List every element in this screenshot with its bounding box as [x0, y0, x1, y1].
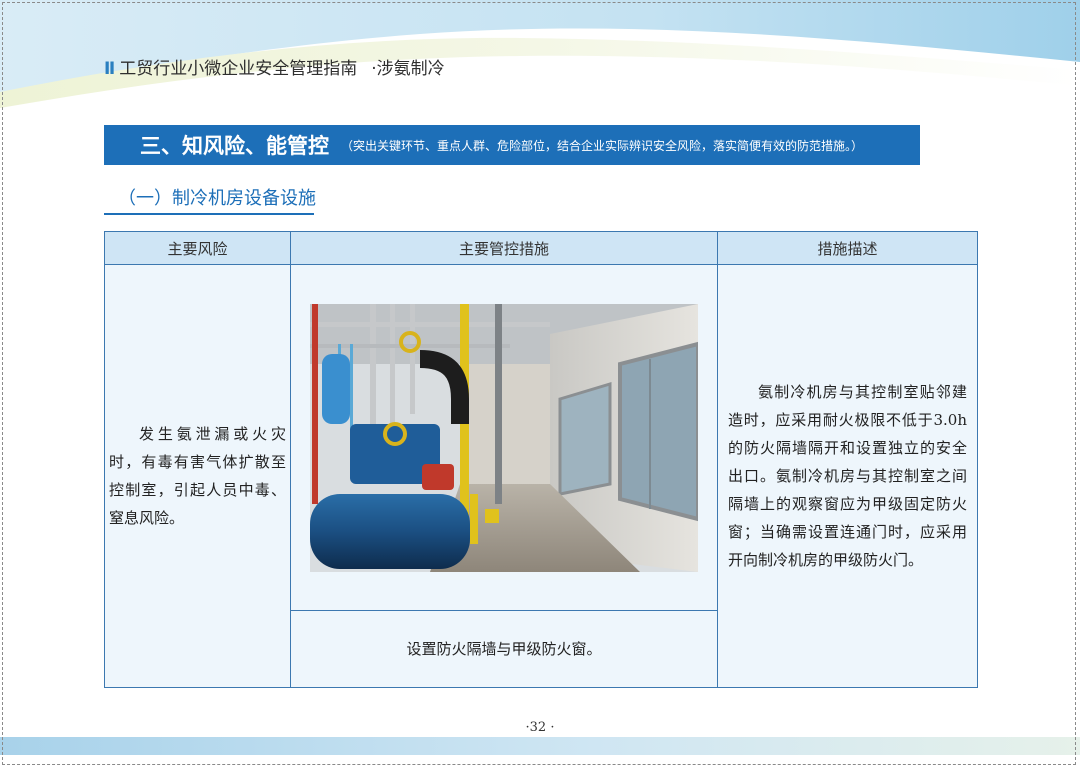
risk-control-table: 主要风险 主要管控措施 措施描述 发生氨泄漏或火灾时，有毒有害气体扩散至控制室，… — [104, 231, 978, 688]
header-measure-description: 措施描述 — [717, 231, 978, 265]
photo-cell — [290, 264, 718, 611]
footer-band — [0, 737, 1080, 755]
table-row: 发生氨泄漏或火灾时，有毒有害气体扩散至控制室，引起人员中毒、窒息风险。 氨制冷机… — [104, 264, 978, 688]
section-title: 三、知风险、能管控 — [140, 134, 329, 158]
risk-cell: 发生氨泄漏或火灾时，有毒有害气体扩散至控制室，引起人员中毒、窒息风险。 — [104, 264, 291, 688]
header-marker: Ⅱ — [104, 59, 116, 79]
table-header-row: 主要风险 主要管控措施 措施描述 — [104, 231, 978, 265]
module-name: ·涉氨制冷 — [371, 59, 445, 79]
guide-title: 工贸行业小微企业安全管理指南 — [119, 59, 358, 79]
header-control-measures: 主要管控措施 — [290, 231, 718, 265]
section-banner: 三、知风险、能管控 （突出关键环节、重点人群、危险部位，结合企业实际辨识安全风险… — [104, 125, 920, 165]
running-header: Ⅱ 工贸行业小微企业安全管理指南 ·涉氨制冷 — [104, 54, 445, 79]
page-number: ·32 · — [525, 720, 555, 735]
subsection-title: （一）制冷机房设备设施 — [104, 184, 316, 215]
description-text: 氨制冷机房与其控制室贴邻建造时，应采用耐火极限不低于3.0h 的防火隔墙隔开和设… — [728, 383, 967, 569]
risk-text: 发生氨泄漏或火灾时，有毒有害气体扩散至控制室，引起人员中毒、窒息风险。 — [109, 425, 286, 527]
description-cell: 氨制冷机房与其控制室贴邻建造时，应采用耐火极限不低于3.0h 的防火隔墙隔开和设… — [717, 264, 978, 688]
section-note: （突出关键环节、重点人群、危险部位，结合企业实际辨识安全风险，落实简便有效的防范… — [341, 138, 864, 153]
machine-room-photo — [310, 303, 698, 572]
header-main-risk: 主要风险 — [104, 231, 291, 265]
measure-caption: 设置防火隔墙与甲级防火窗。 — [290, 610, 718, 688]
